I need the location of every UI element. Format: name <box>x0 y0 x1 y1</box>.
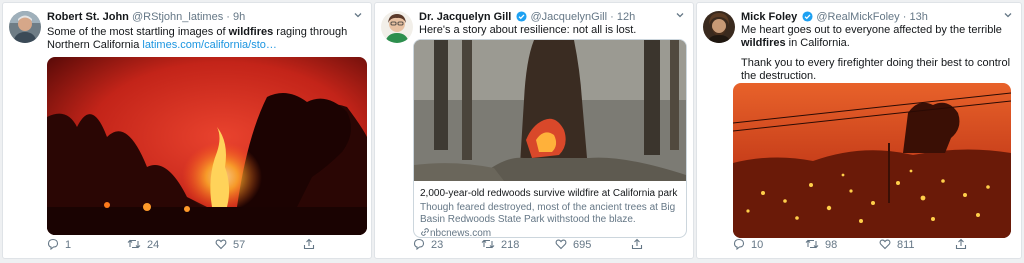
verified-badge-icon <box>802 11 813 25</box>
reply-icon <box>733 238 751 253</box>
reply-button[interactable]: 23 <box>413 238 443 252</box>
author-name[interactable]: Mick Foley <box>741 11 797 23</box>
retweet-icon <box>127 238 147 253</box>
share-button[interactable] <box>631 238 649 252</box>
like-icon <box>555 238 573 253</box>
tweet-text: Me heart goes out to everyone affected b… <box>741 24 1002 49</box>
tweet-timestamp[interactable]: 13h <box>909 11 927 23</box>
chevron-down-icon[interactable] <box>675 10 685 23</box>
tweet-timestamp[interactable]: 12h <box>617 11 635 23</box>
card-title[interactable]: 2,000-year-old redwoods survive wildfire… <box>420 188 680 200</box>
share-button[interactable] <box>955 238 973 252</box>
like-icon <box>879 238 897 253</box>
retweet-button[interactable]: 24 <box>127 238 159 252</box>
tweet-card-mick-foley[interactable]: Mick Foley @RealMickFoley · 13h Me heart… <box>696 2 1022 259</box>
card-image <box>414 40 686 181</box>
tweet-text-second-paragraph: Thank you to every firefighter doing the… <box>741 57 1011 82</box>
like-button[interactable]: 57 <box>215 238 245 252</box>
avatar[interactable] <box>9 11 41 43</box>
reply-icon <box>47 238 65 253</box>
tweet-media-image[interactable] <box>47 57 367 235</box>
avatar[interactable] <box>703 11 735 43</box>
like-button[interactable]: 695 <box>555 238 591 252</box>
tweet-card-jacquelyn-gill[interactable]: Dr. Jacquelyn Gill @JacquelynGill · 12h … <box>374 2 694 259</box>
retweet-icon <box>481 238 501 253</box>
reply-button[interactable]: 10 <box>733 238 763 252</box>
keyword-highlight: wildfires <box>228 26 274 38</box>
like-button[interactable]: 811 <box>879 238 915 252</box>
tweet-timestamp[interactable]: 9h <box>233 11 245 23</box>
retweet-button[interactable]: 218 <box>481 238 519 252</box>
tweet-actions: 10 98 811 <box>733 238 1009 252</box>
like-count: 57 <box>233 239 246 251</box>
retweet-count: 98 <box>825 239 838 251</box>
reply-count: 10 <box>751 239 764 251</box>
reply-icon <box>413 238 431 253</box>
share-icon <box>631 238 649 253</box>
retweet-button[interactable]: 98 <box>805 238 837 252</box>
tweet-link[interactable]: latimes.com/california/sto… <box>142 39 277 51</box>
reply-count: 1 <box>65 239 72 251</box>
tweet-actions: 23 218 695 <box>413 238 681 252</box>
link-preview-card[interactable]: 2,000-year-old redwoods survive wildfire… <box>413 39 687 238</box>
author-name[interactable]: Dr. Jacquelyn Gill <box>419 11 511 23</box>
reply-button[interactable]: 1 <box>47 238 71 252</box>
retweet-count: 218 <box>501 239 520 251</box>
verified-badge-icon <box>516 11 527 25</box>
tweet-text: Here's a story about resilience: not all… <box>419 24 637 36</box>
share-icon <box>955 238 973 253</box>
tweet-text: Some of the most startling images of wil… <box>47 26 348 51</box>
card-description: Though feared destroyed, most of the anc… <box>420 202 676 225</box>
like-count: 695 <box>573 239 592 251</box>
keyword-highlight: wildfires <box>741 37 786 49</box>
reply-count: 23 <box>431 239 444 251</box>
author-name[interactable]: Robert St. John <box>47 11 129 23</box>
chevron-down-icon[interactable] <box>353 10 363 23</box>
tweet-card-robert-st-john[interactable]: Robert St. John @RStjohn_latimes · 9h So… <box>2 2 372 259</box>
link-icon <box>420 227 430 237</box>
retweet-icon <box>805 238 825 253</box>
author-handle[interactable]: @RStjohn_latimes <box>132 11 223 23</box>
like-count: 811 <box>897 239 915 251</box>
author-handle[interactable]: @RealMickFoley <box>816 11 899 23</box>
avatar[interactable] <box>381 11 413 43</box>
card-domain: nbcnews.com <box>430 228 492 238</box>
chevron-down-icon[interactable] <box>1003 10 1013 23</box>
tweet-actions: 1 24 57 <box>47 238 359 252</box>
like-icon <box>215 238 233 253</box>
tweet-media-image[interactable] <box>733 83 1011 238</box>
author-handle[interactable]: @JacquelynGill <box>530 11 607 23</box>
share-button[interactable] <box>303 238 321 252</box>
retweet-count: 24 <box>147 239 160 251</box>
share-icon <box>303 238 321 253</box>
